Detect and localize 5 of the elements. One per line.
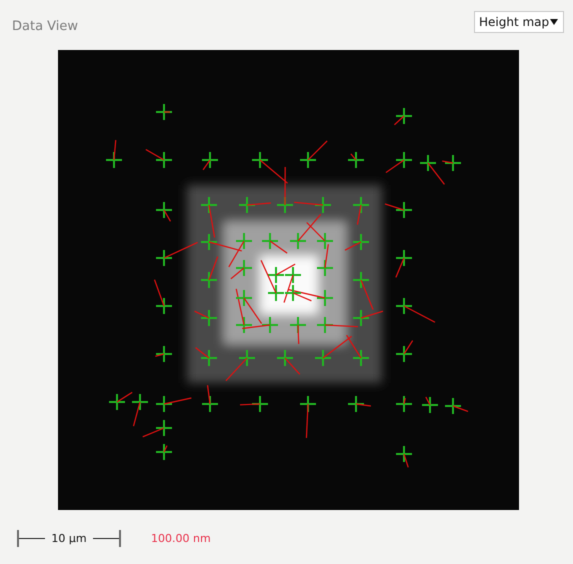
panel-title: Data View: [12, 18, 78, 34]
view-dropdown[interactable]: Height map: [474, 11, 564, 33]
scale-label: 10 µm: [51, 532, 87, 545]
caret-icon: [550, 19, 558, 25]
height-range: 100.00 nm: [151, 532, 211, 545]
